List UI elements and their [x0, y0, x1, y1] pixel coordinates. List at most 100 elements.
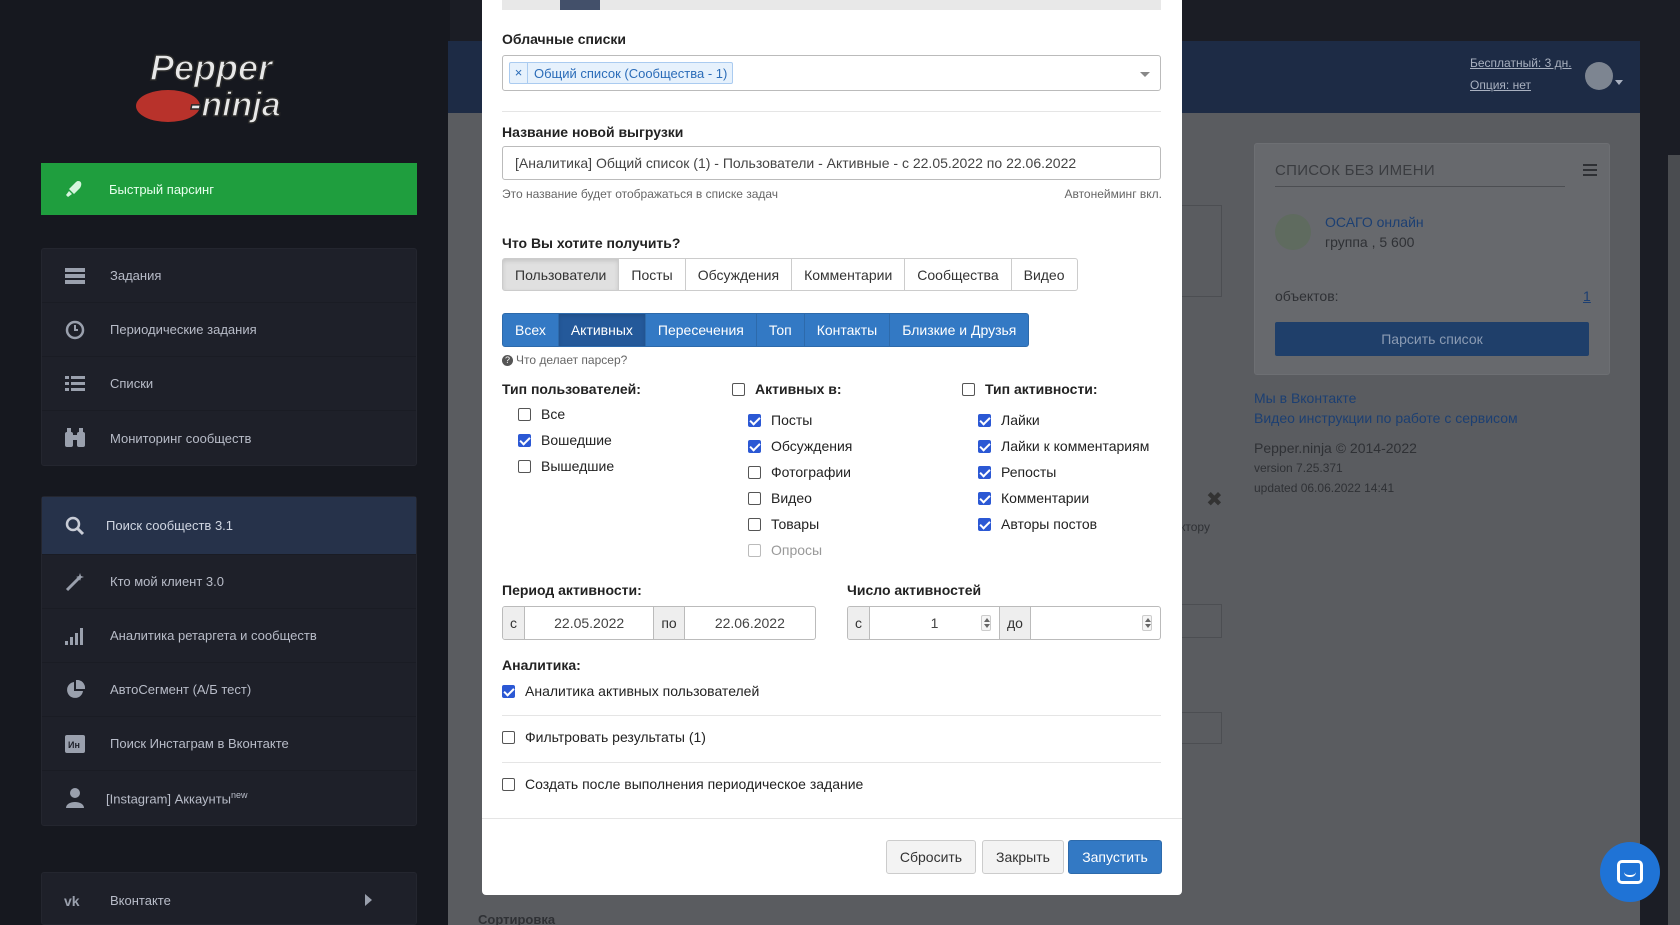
user-type-left-checkbox[interactable]: Вышедшие	[518, 458, 614, 474]
sidebar-item-periodic-tasks[interactable]: Периодические задания	[42, 303, 416, 357]
tab-top[interactable]: Топ	[755, 313, 805, 347]
sidebar-item-lists[interactable]: Списки	[42, 357, 416, 411]
checkbox-box	[748, 439, 761, 453]
plan-link[interactable]: Бесплатный: 3 дн.	[1470, 52, 1572, 74]
tab-comments[interactable]: Комментарии	[791, 258, 906, 291]
sidebar-item-instagram-accounts[interactable]: [Instagram] Аккаунтыnew	[42, 771, 416, 825]
pie-chart-icon	[62, 679, 88, 701]
activity-post-authors-checkbox[interactable]: Авторы постов	[978, 516, 1097, 532]
active-in-discussions-checkbox[interactable]: Обсуждения	[748, 438, 852, 454]
active-in-goods-checkbox[interactable]: Товары	[748, 516, 819, 532]
activity-type-all-checkbox[interactable]: Тип активности:	[962, 381, 1098, 397]
tab-contacts[interactable]: Контакты	[803, 313, 891, 347]
sidebar-item-instagram-search[interactable]: Ин Поиск Инстаграм в Вконтакте	[42, 717, 416, 771]
period-from-input[interactable]: 22.05.2022	[525, 607, 653, 639]
spinner-icon[interactable]	[1142, 615, 1152, 631]
tab-all[interactable]: Всех	[502, 313, 559, 347]
activity-likes-checkbox[interactable]: Лайки	[978, 412, 1040, 428]
sidebar-item-retarget-analytics[interactable]: Аналитика ретаргета и сообществ	[42, 609, 416, 663]
video-instructions-link[interactable]: Видео инструкции по работе с сервисом	[1254, 408, 1518, 428]
activity-reposts-checkbox[interactable]: Репосты	[978, 464, 1056, 480]
active-in-posts-checkbox[interactable]: Посты	[748, 412, 812, 428]
page-scrollbar[interactable]	[1668, 155, 1680, 925]
sidebar-item-quick-parsing[interactable]: Быстрый парсинг	[41, 163, 417, 215]
checkbox-box	[518, 433, 531, 447]
group-name-link[interactable]: ОСАГО онлайн	[1325, 214, 1424, 230]
count-to-input[interactable]	[1031, 607, 1160, 639]
tab-video[interactable]: Видео	[1010, 258, 1078, 291]
export-name-help: Это название будет отображаться в списке…	[502, 187, 779, 201]
sidebar-item-monitoring[interactable]: Мониторинг сообществ	[42, 411, 416, 465]
close-button[interactable]: Закрыть	[982, 840, 1064, 874]
reset-button[interactable]: Сбросить	[886, 840, 976, 874]
checkbox-label: Тип активности:	[985, 381, 1098, 397]
activity-comment-likes-checkbox[interactable]: Лайки к комментариям	[978, 438, 1149, 454]
checkbox-label: Все	[541, 406, 566, 422]
spinner-icon[interactable]	[981, 615, 992, 631]
tab-active[interactable]: Активных	[557, 313, 646, 347]
tab-posts[interactable]: Посты	[618, 258, 686, 291]
sidebar-group-main: Задания Периодические задания Списки Мон…	[41, 248, 417, 466]
run-button[interactable]: Запустить	[1068, 840, 1162, 874]
svg-text:-ninja: -ninja	[190, 86, 281, 124]
avatar[interactable]	[1585, 62, 1613, 90]
sidebar-item-text: [Instagram] Аккаунты	[106, 791, 232, 807]
sidebar-item-label: Поиск Инстаграм в Вконтакте	[110, 736, 289, 751]
sidebar-group-vk: vk Вконтакте	[41, 872, 417, 925]
parse-list-button[interactable]: Парсить список	[1275, 322, 1589, 356]
objects-count[interactable]: 1	[1583, 288, 1591, 304]
activity-comments-checkbox[interactable]: Комментарии	[978, 490, 1089, 506]
signal-bars-icon	[62, 625, 88, 647]
tab-close-friends[interactable]: Близкие и Друзья	[889, 313, 1030, 347]
sidebar-item-autosegment[interactable]: АвтоСегмент (А/Б тест)	[42, 663, 416, 717]
active-in-video-checkbox[interactable]: Видео	[748, 490, 812, 506]
vk-link[interactable]: Мы в Вконтакте	[1254, 388, 1518, 408]
tab-communities[interactable]: Сообщества	[904, 258, 1012, 291]
hamburger-menu-icon[interactable]	[1583, 164, 1597, 176]
parser-help[interactable]: ? Что делает парсер?	[502, 353, 627, 367]
autonaming-toggle[interactable]: Автонейминг вкл.	[1064, 187, 1162, 201]
create-periodic-task-checkbox[interactable]: Создать после выполнения периодическое з…	[502, 776, 863, 792]
cloud-lists-select[interactable]: × Общий список (Сообщества - 1)	[502, 55, 1161, 91]
count-to-prefix: до	[999, 607, 1031, 639]
user-icon	[62, 787, 88, 809]
checkbox-box	[502, 730, 515, 744]
modal-top-tab	[560, 0, 600, 10]
count-from-input[interactable]: 1	[870, 607, 999, 639]
activity-count-label: Число активностей	[847, 582, 982, 598]
user-type-all-checkbox[interactable]: Все	[518, 406, 565, 422]
cloud-list-tag: × Общий список (Сообщества - 1)	[509, 62, 734, 84]
active-in-polls-checkbox: Опросы	[748, 542, 822, 558]
checkbox-box	[748, 543, 761, 557]
active-in-photos-checkbox[interactable]: Фотографии	[748, 464, 851, 480]
tab-users[interactable]: Пользователи	[502, 258, 620, 291]
rocket-icon	[61, 178, 87, 200]
checkbox-label: Комментарии	[1001, 490, 1090, 506]
tab-discussions[interactable]: Обсуждения	[684, 258, 793, 291]
chat-button[interactable]	[1600, 842, 1660, 902]
caret-down-icon[interactable]	[1615, 80, 1623, 85]
filter-results-checkbox[interactable]: Фильтровать результаты (1)	[502, 729, 706, 745]
objects-label: объектов:	[1275, 288, 1339, 304]
user-type-label: Тип пользователей:	[502, 381, 641, 397]
sidebar-item-who-client[interactable]: Кто мой клиент 3.0	[42, 555, 416, 609]
svg-text:Pepper: Pepper	[150, 47, 274, 88]
pepper-ninja-logo[interactable]: Pepper -ninja	[130, 38, 330, 128]
analytics-active-users-checkbox[interactable]: Аналитика активных пользователей	[502, 683, 759, 699]
period-label: Период активности:	[502, 582, 642, 598]
chevron-down-icon[interactable]	[1140, 72, 1150, 77]
remove-tag-icon[interactable]: ×	[510, 63, 528, 83]
user-type-joined-checkbox[interactable]: Вошедшие	[518, 432, 612, 448]
sidebar-item-community-search[interactable]: Поиск сообществ 3.1	[42, 497, 416, 555]
option-link[interactable]: Опция: нет	[1470, 74, 1572, 96]
export-name-label: Название новой выгрузки	[502, 124, 684, 140]
export-name-input[interactable]: [Аналитика] Общий список (1) - Пользоват…	[502, 146, 1161, 180]
active-in-all-checkbox[interactable]: Активных в:	[732, 381, 842, 397]
checkbox-label: Фотографии	[771, 464, 852, 480]
sidebar-item-vk[interactable]: vk Вконтакте	[42, 873, 416, 925]
sidebar-item-tasks[interactable]: Задания	[42, 249, 416, 303]
sidebar-item-label: Мониторинг сообществ	[110, 430, 252, 446]
period-to-input[interactable]: 22.06.2022	[685, 607, 815, 639]
new-badge: new	[231, 789, 248, 800]
tab-intersections[interactable]: Пересечения	[644, 313, 757, 347]
